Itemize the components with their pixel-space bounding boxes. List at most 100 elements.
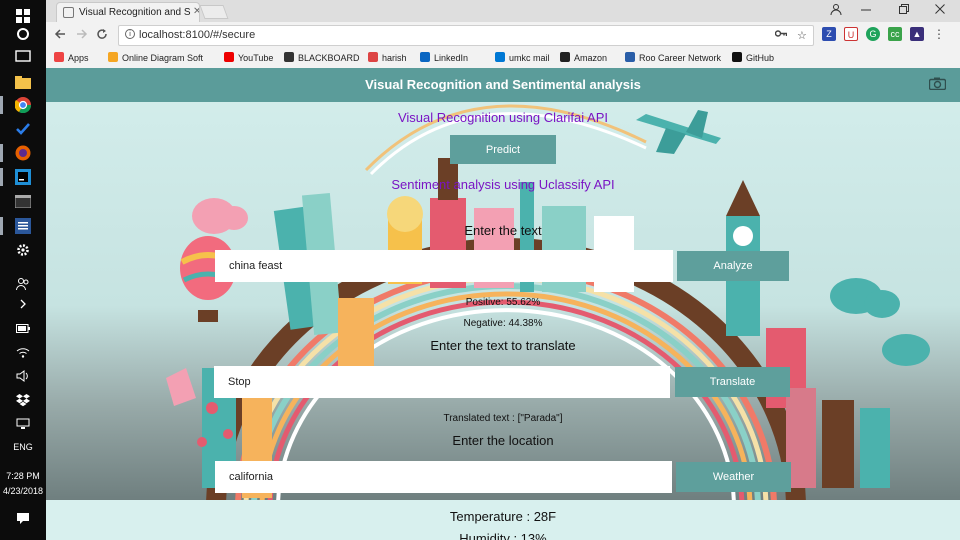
action-center-icon[interactable] xyxy=(13,508,33,528)
positive-sentiment-result: Positive: 55.62% xyxy=(465,297,541,308)
bookmark-item[interactable]: GitHub xyxy=(732,52,774,63)
bookmark-item[interactable]: YouTube xyxy=(224,52,273,63)
amazon-icon xyxy=(560,52,570,62)
network-icon[interactable] xyxy=(13,414,33,434)
task-view-icon[interactable] xyxy=(13,46,33,66)
site-info-icon[interactable]: i xyxy=(125,29,135,39)
zotero-extension-icon[interactable]: Z xyxy=(822,27,836,41)
minimize-window-icon[interactable] xyxy=(860,3,872,18)
ublock-extension-icon[interactable]: U xyxy=(844,27,858,41)
key-icon[interactable] xyxy=(774,29,788,41)
bookmark-label: Online Diagram Soft xyxy=(122,53,204,63)
linkedin-icon xyxy=(420,52,430,62)
translated-text-result: Translated text : ["Parada"] xyxy=(443,413,563,424)
bookmark-label: Apps xyxy=(68,53,89,63)
browser-tab-title: Visual Recognition and S xyxy=(79,7,191,18)
app-header: Visual Recognition and Sentimental analy… xyxy=(46,68,960,102)
battery-icon[interactable] xyxy=(13,318,33,338)
apps-grid-icon xyxy=(54,52,64,62)
page-favicon-icon xyxy=(63,7,74,18)
blackboard-icon xyxy=(284,52,294,62)
volume-icon[interactable] xyxy=(13,366,33,386)
taskbar-clock-time[interactable]: 7:28 PM xyxy=(0,471,46,481)
enter-text-label: Enter the text xyxy=(464,223,542,238)
gmail-icon xyxy=(368,52,378,62)
app-page: Visual Recognition and Sentimental analy… xyxy=(46,68,960,540)
toolbar: i localhost:8100/#/secure ☆ Z U G cc ▲ ⋮ xyxy=(46,23,960,47)
webstorm-icon[interactable] xyxy=(0,167,33,187)
location-input[interactable]: california xyxy=(215,461,672,493)
negative-sentiment-result: Negative: 44.38% xyxy=(463,318,543,329)
bookmark-label: YouTube xyxy=(238,53,274,63)
diagram-icon xyxy=(108,52,118,62)
bookmark-star-icon[interactable]: ☆ xyxy=(797,29,807,42)
tasks-check-icon[interactable] xyxy=(13,119,33,139)
browser-tab-active[interactable]: Visual Recognition and S ✕ xyxy=(56,2,200,22)
temperature-result: Temperature : 28F xyxy=(449,509,557,524)
predict-button[interactable]: Predict xyxy=(450,135,556,164)
profile-icon[interactable] xyxy=(830,3,842,18)
windows-start-icon[interactable] xyxy=(13,6,33,26)
analyze-button[interactable]: Analyze xyxy=(677,251,789,281)
restore-window-icon[interactable] xyxy=(898,3,910,18)
roo-icon xyxy=(625,52,635,62)
back-arrow-icon[interactable] xyxy=(54,27,66,43)
bookmarks-bar: Apps Online Diagram Soft YouTube BLACKBOARD… xyxy=(46,48,960,67)
show-hidden-icons-chevron-icon[interactable] xyxy=(13,294,33,314)
firefox-icon[interactable] xyxy=(0,143,33,163)
bookmark-item[interactable]: Amazon xyxy=(560,52,607,63)
tab-close-icon[interactable]: ✕ xyxy=(193,6,199,17)
bookmark-item[interactable]: harish xyxy=(368,52,407,63)
translate-text-input[interactable]: Stop xyxy=(214,366,670,398)
bookmark-item[interactable]: LinkedIn xyxy=(420,52,468,63)
cortana-icon[interactable] xyxy=(13,24,33,44)
dropbox-icon[interactable] xyxy=(13,390,33,410)
input-language-indicator[interactable]: ENG xyxy=(0,442,46,452)
bookmark-label: harish xyxy=(382,53,407,63)
extension-purple-icon[interactable]: ▲ xyxy=(910,27,924,41)
wifi-icon[interactable] xyxy=(13,342,33,362)
location-heading: Enter the location xyxy=(452,433,554,448)
camera-icon[interactable] xyxy=(929,77,946,90)
translate-heading: Enter the text to translate xyxy=(430,338,576,353)
mail-icon xyxy=(495,52,505,62)
tab-strip: Visual Recognition and S ✕ xyxy=(46,0,960,22)
settings-gear-icon[interactable] xyxy=(13,240,33,260)
github-icon xyxy=(732,52,742,62)
bookmark-label: LinkedIn xyxy=(434,53,469,63)
browser-window: Visual Recognition and S ✕ i localhost:8… xyxy=(46,0,960,68)
grammarly-extension-icon[interactable]: G xyxy=(866,27,880,41)
new-tab-button[interactable] xyxy=(199,5,229,19)
bookmark-item[interactable]: Roo Career Network xyxy=(625,52,721,63)
clarifai-heading: Visual Recognition using Clarifai API xyxy=(397,110,609,125)
windows-taskbar: ENG 7:28 PM 4/23/2018 xyxy=(0,0,46,540)
bookmark-item[interactable]: umkc mail xyxy=(495,52,550,63)
weather-button[interactable]: Weather xyxy=(676,462,791,492)
forward-arrow-icon[interactable] xyxy=(76,27,88,43)
bookmark-label: Roo Career Network xyxy=(639,53,722,63)
humidity-result: Humidity : 13% xyxy=(459,531,547,540)
address-bar[interactable]: i localhost:8100/#/secure ☆ xyxy=(118,25,814,46)
bookmark-label: umkc mail xyxy=(509,53,550,63)
close-window-icon[interactable] xyxy=(934,3,946,18)
file-explorer-icon[interactable] xyxy=(13,72,33,92)
app-title: Visual Recognition and Sentimental analy… xyxy=(365,77,641,92)
bookmark-item[interactable]: Apps xyxy=(54,52,89,63)
people-icon[interactable] xyxy=(13,274,33,294)
extension-green-icon[interactable]: cc xyxy=(888,27,902,41)
sentiment-text-input[interactable]: china feast xyxy=(215,250,673,282)
uclassify-heading: Sentiment analysis using Uclassify API xyxy=(391,177,615,192)
chrome-menu-icon[interactable]: ⋮ xyxy=(932,27,946,41)
bookmark-item[interactable]: Online Diagram Soft xyxy=(108,52,203,63)
taskbar-clock-date[interactable]: 4/23/2018 xyxy=(0,486,46,496)
bookmark-label: GitHub xyxy=(746,53,775,63)
youtube-icon xyxy=(224,52,234,62)
bookmark-item[interactable]: BLACKBOARD xyxy=(284,52,360,63)
terminal-icon[interactable] xyxy=(13,191,33,211)
translate-button[interactable]: Translate xyxy=(675,367,790,397)
bookmark-label: Amazon xyxy=(574,53,608,63)
reload-icon[interactable] xyxy=(96,27,108,43)
chrome-taskbar-icon[interactable] xyxy=(0,95,33,115)
url-text: localhost:8100/#/secure xyxy=(139,29,256,41)
word-icon[interactable] xyxy=(0,216,33,236)
